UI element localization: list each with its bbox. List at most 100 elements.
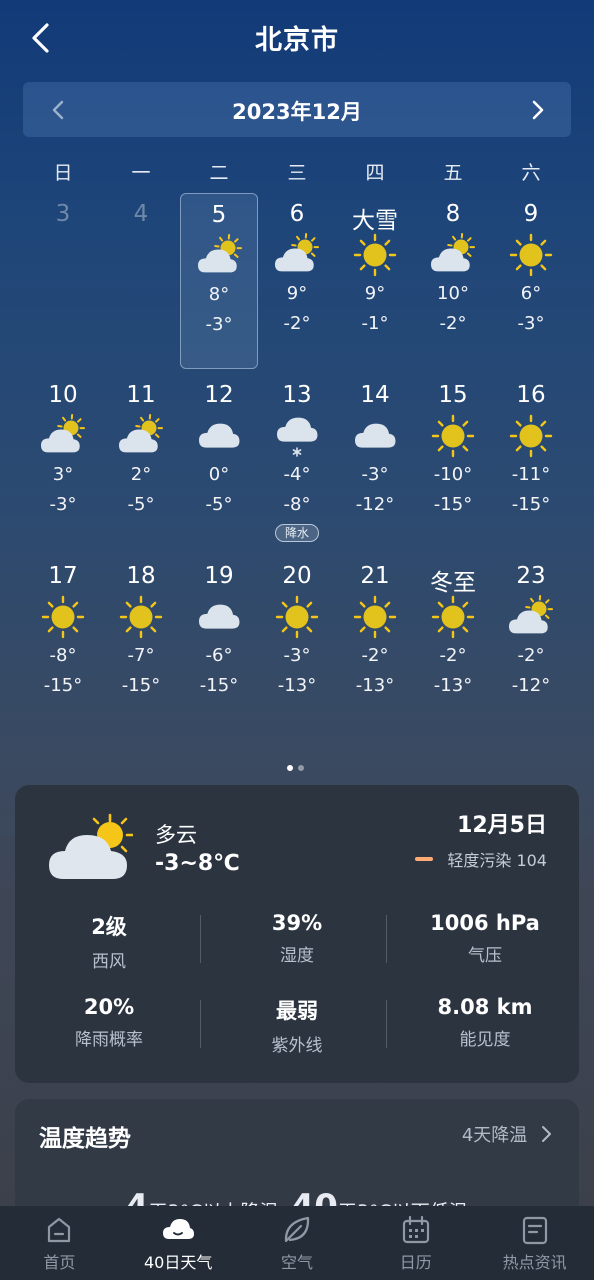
calendar-day-cell[interactable]: 18 -7° -15°	[102, 555, 180, 731]
high-temp: -8°	[49, 645, 77, 666]
weekday-label: 一	[131, 162, 151, 184]
sunny-icon	[275, 595, 319, 639]
high-temp: 6°	[520, 283, 542, 304]
day-number: 16	[516, 382, 546, 408]
low-temp: -13°	[277, 675, 317, 696]
high-temp: 8°	[208, 284, 230, 305]
partly-cloudy-icon	[119, 414, 163, 458]
day-number: 8	[445, 201, 461, 227]
tab-leaf[interactable]: 空气	[238, 1206, 357, 1280]
calendar-day-cell[interactable]: 3	[24, 193, 102, 369]
day-number: 大雪	[352, 208, 398, 234]
cloudy-icon	[197, 414, 241, 458]
sunny-icon	[353, 233, 397, 277]
high-temp: -3°	[361, 464, 389, 485]
stat-label: 西风	[92, 952, 126, 972]
stat-label: 紫外线	[271, 1036, 323, 1056]
calendar-day-cell[interactable]: 4	[102, 193, 180, 369]
day-number: 6	[289, 201, 305, 227]
low-temp: -2°	[283, 313, 311, 334]
air-quality-indicator[interactable]: 轻度污染 104	[415, 847, 547, 871]
low-temp: -3°	[205, 314, 233, 335]
calendar-day-cell[interactable]: 冬至 -2° -13°	[414, 555, 492, 731]
low-temp: -15°	[511, 494, 551, 515]
calendar-day-cell[interactable]: 19 -6° -15°	[180, 555, 258, 731]
aqi-text: 轻度污染 104	[447, 851, 547, 870]
home-icon	[43, 1214, 75, 1246]
divider	[386, 1000, 387, 1048]
divider	[200, 1000, 201, 1048]
high-temp: 0°	[208, 464, 230, 485]
next-month-button[interactable]	[519, 92, 555, 128]
stat-value: 39%	[271, 911, 323, 935]
partly-cloudy-icon	[275, 233, 319, 277]
sunny-icon	[509, 233, 553, 277]
tab-label: 日历	[399, 1253, 432, 1272]
calendar-day-cell[interactable]: 17 -8° -15°	[24, 555, 102, 731]
calendar-day-cell[interactable]: 20 -3° -13°	[258, 555, 336, 731]
calendar-day-cell[interactable]: 15 -10° -15°	[414, 374, 492, 550]
low-temp: -15°	[121, 675, 161, 696]
high-temp: -6°	[205, 645, 233, 666]
tab-news[interactable]: 热点资讯	[475, 1206, 594, 1280]
high-temp: -11°	[511, 464, 551, 485]
calendar-day-cell[interactable]: 5 8° -3°	[180, 193, 258, 369]
calendar-day-cell[interactable]: 大雪 9° -1°	[336, 193, 414, 369]
snow-icon	[275, 414, 319, 458]
calendar-day-cell[interactable]: 12 0° -5°	[180, 374, 258, 550]
high-temp: -2°	[517, 645, 545, 666]
month-label: 2023年12月	[232, 100, 362, 124]
cloud-icon	[162, 1214, 195, 1246]
tab-label: 热点资讯	[502, 1253, 567, 1272]
low-temp: -5°	[127, 494, 155, 515]
day-number: 3	[55, 201, 71, 227]
calendar-day-cell[interactable]: 23 -2° -12°	[492, 555, 570, 731]
day-detail-card: 多云 -3~8℃ 12月5日 轻度污染 104 2级 西风 39% 湿度 1006 …	[15, 785, 579, 1083]
day-number: 14	[360, 382, 390, 408]
leaf-icon	[281, 1214, 313, 1246]
day-number: 20	[282, 563, 312, 589]
calendar-day-cell[interactable]: 6 9° -2°	[258, 193, 336, 369]
day-number: 5	[211, 202, 227, 228]
high-temp: 2°	[130, 464, 152, 485]
low-temp: -8°	[283, 494, 311, 515]
weekday-label: 三	[287, 162, 307, 184]
calendar-day-cell[interactable]: 13 -4° -8° 降水	[258, 374, 336, 550]
stat-value: 2级	[91, 915, 127, 939]
calendar-day-cell[interactable]: 10 3° -3°	[24, 374, 102, 550]
cloudy-icon	[197, 595, 241, 639]
stat-value: 1006 hPa	[430, 911, 540, 935]
high-temp: 3°	[52, 464, 74, 485]
low-temp: -5°	[205, 494, 233, 515]
calendar-day-cell[interactable]: 16 -11° -15°	[492, 374, 570, 550]
calendar-day-cell[interactable]: 14 -3° -12°	[336, 374, 414, 550]
chevron-right-icon	[542, 1126, 551, 1142]
page-indicator	[287, 756, 309, 775]
high-temp: -10°	[433, 464, 473, 485]
low-temp: -15°	[433, 494, 473, 515]
day-number: 9	[523, 201, 539, 227]
weekday-label: 六	[521, 162, 541, 184]
calendar-day-cell[interactable]: 11 2° -5°	[102, 374, 180, 550]
top-bar: 北京市	[0, 0, 594, 76]
divider	[386, 915, 387, 963]
weather-stat: 最弱 紫外线	[203, 995, 391, 1056]
trend-more-link[interactable]: 4天降温	[462, 1121, 555, 1147]
calendar-day-cell[interactable]: 9 6° -3°	[492, 193, 570, 369]
precipitation-badge: 降水	[275, 524, 319, 542]
partly-cloudy-icon	[198, 234, 242, 278]
tab-home[interactable]: 首页	[0, 1206, 119, 1280]
tab-calendar[interactable]: 日历	[356, 1206, 475, 1280]
temperature-range: -3~8℃	[155, 851, 240, 876]
day-number: 17	[48, 563, 78, 589]
tab-cloud[interactable]: 40日天气	[119, 1206, 238, 1280]
condition-text: 多云	[155, 823, 197, 847]
weather-stat: 20% 降雨概率	[15, 995, 203, 1050]
high-temp: 9°	[286, 283, 308, 304]
partly-cloudy-icon	[431, 233, 475, 277]
page-dot	[298, 765, 304, 771]
low-temp: -12°	[511, 675, 551, 696]
calendar-day-cell[interactable]: 8 10° -2°	[414, 193, 492, 369]
calendar-day-cell[interactable]: 21 -2° -13°	[336, 555, 414, 731]
low-temp: -3°	[49, 494, 77, 515]
